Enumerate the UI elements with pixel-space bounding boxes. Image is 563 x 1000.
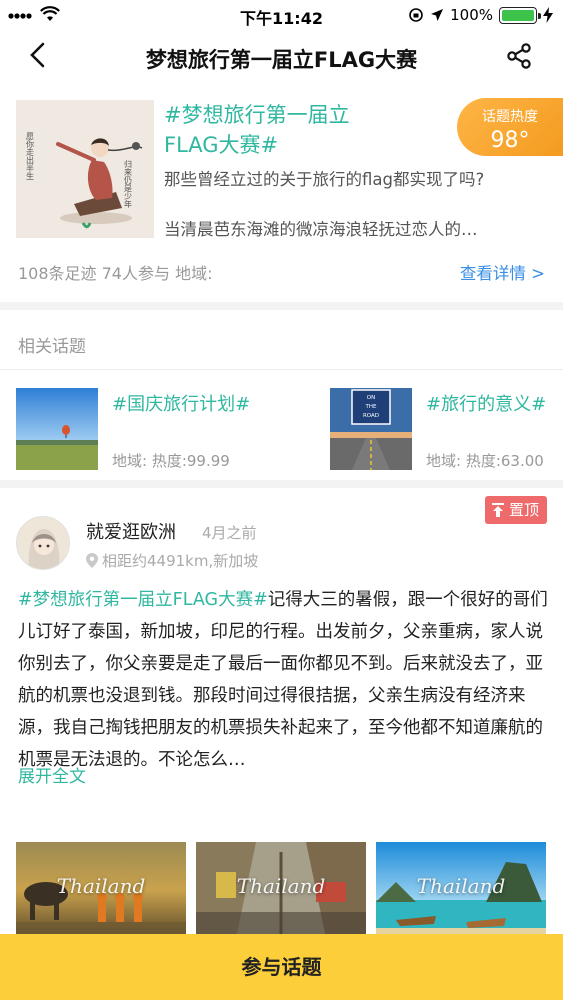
post-username[interactable]: 就爱逛欧洲 — [86, 518, 176, 544]
topic-title: #梦想旅行第一届立 FLAG大赛# — [164, 100, 424, 160]
page-title: 梦想旅行第一届立FLAG大赛 — [145, 48, 418, 72]
related-topic-image: ON THE ROAD — [330, 388, 412, 470]
battery-percent: 100% — [450, 6, 493, 24]
svg-text:ON: ON — [367, 395, 375, 401]
avatar[interactable] — [16, 516, 70, 570]
topic-excerpt: 当清晨芭东海滩的微凉海浪轻抚过恋人的… — [164, 220, 478, 239]
expand-full-text-link[interactable]: 展开全文 — [18, 762, 86, 787]
post-text: 记得大三的暑假，跟一个很好的哥们儿订好了泰国，新加坡，印尼的行程。出发前夕，父亲… — [18, 590, 548, 770]
photo-caption: Thailand — [236, 874, 326, 898]
photo-caption: Thailand — [56, 874, 146, 898]
post-location-text: 相距约4491km,新加坡 — [102, 552, 259, 570]
cover-caption-right: 归来仍是少年 — [124, 159, 133, 209]
related-topic-title: #旅行的意义# — [426, 394, 547, 415]
related-topic-item[interactable]: ON THE ROAD #旅行的意义# 地域: 热度:63.00 — [330, 388, 563, 472]
topic-description: 那些曾经立过的关于旅行的flag都实现了吗? — [164, 170, 485, 189]
post-topic-tag[interactable]: #梦想旅行第一届立FLAG大赛# — [18, 590, 268, 610]
view-details-link[interactable]: 查看详情 > — [460, 260, 545, 284]
heat-badge: 话题热度 98° — [457, 98, 563, 156]
topic-title-line2: FLAG大赛# — [164, 133, 279, 157]
related-topic-title: #国庆旅行计划# — [112, 394, 251, 415]
post-body: #梦想旅行第一届立FLAG大赛#记得大三的暑假，跟一个很好的哥们儿订好了泰国，新… — [18, 584, 548, 776]
nav-bar: 梦想旅行第一届立FLAG大赛 — [0, 30, 563, 88]
share-icon — [507, 43, 531, 69]
post-photo[interactable]: Thailand — [376, 842, 546, 938]
join-topic-button[interactable]: 参与话题 — [0, 934, 563, 1000]
post-photo[interactable]: Thailand — [16, 842, 186, 938]
related-topics-header: 相关话题 — [0, 318, 563, 370]
status-bar: 下午11:42 100% — [0, 0, 563, 30]
status-right: 100% — [408, 6, 553, 24]
share-button[interactable] — [505, 42, 533, 70]
post-photo[interactable]: Thailand — [196, 842, 366, 938]
svg-text:ROAD: ROAD — [363, 413, 379, 419]
topic-title-line1: #梦想旅行第一届立 — [164, 103, 350, 127]
pin-top-icon — [491, 502, 504, 517]
pinned-label: 置顶 — [508, 501, 539, 519]
related-topic-meta: 地域: 热度:63.00 — [426, 452, 544, 470]
join-topic-label: 参与话题 — [241, 955, 322, 979]
post-location: 相距约4491km,新加坡 — [86, 550, 258, 571]
section-divider — [0, 480, 563, 488]
related-topic-image — [16, 388, 98, 470]
related-topic-meta: 地域: 热度:99.99 — [112, 452, 230, 470]
photo-caption: Thailand — [416, 874, 506, 898]
orientation-lock-icon — [409, 8, 423, 22]
location-arrow-icon — [431, 9, 444, 21]
related-topic-item[interactable]: #国庆旅行计划# 地域: 热度:99.99 — [16, 388, 286, 472]
related-topics-label: 相关话题 — [18, 337, 86, 357]
heat-label: 话题热度 — [482, 109, 538, 125]
topic-cover-image: 愿你走出半生 归来仍是少年 — [16, 100, 154, 238]
heat-value: 98° — [490, 128, 530, 153]
location-pin-icon — [86, 553, 98, 568]
post-time: 4月之前 — [202, 524, 257, 542]
topic-header: 愿你走出半生 归来仍是少年 #梦想旅行第一届立 FLAG大赛# 话题热度 98°… — [0, 96, 563, 301]
pinned-badge: 置顶 — [484, 496, 547, 524]
svg-text:THE: THE — [365, 404, 377, 410]
topic-stats: 108条足迹 74人参与 地域: — [18, 264, 213, 283]
battery-icon — [499, 6, 541, 24]
cover-caption-left: 愿你走出半生 — [26, 132, 35, 180]
section-divider — [0, 302, 563, 310]
charging-icon — [543, 7, 553, 23]
